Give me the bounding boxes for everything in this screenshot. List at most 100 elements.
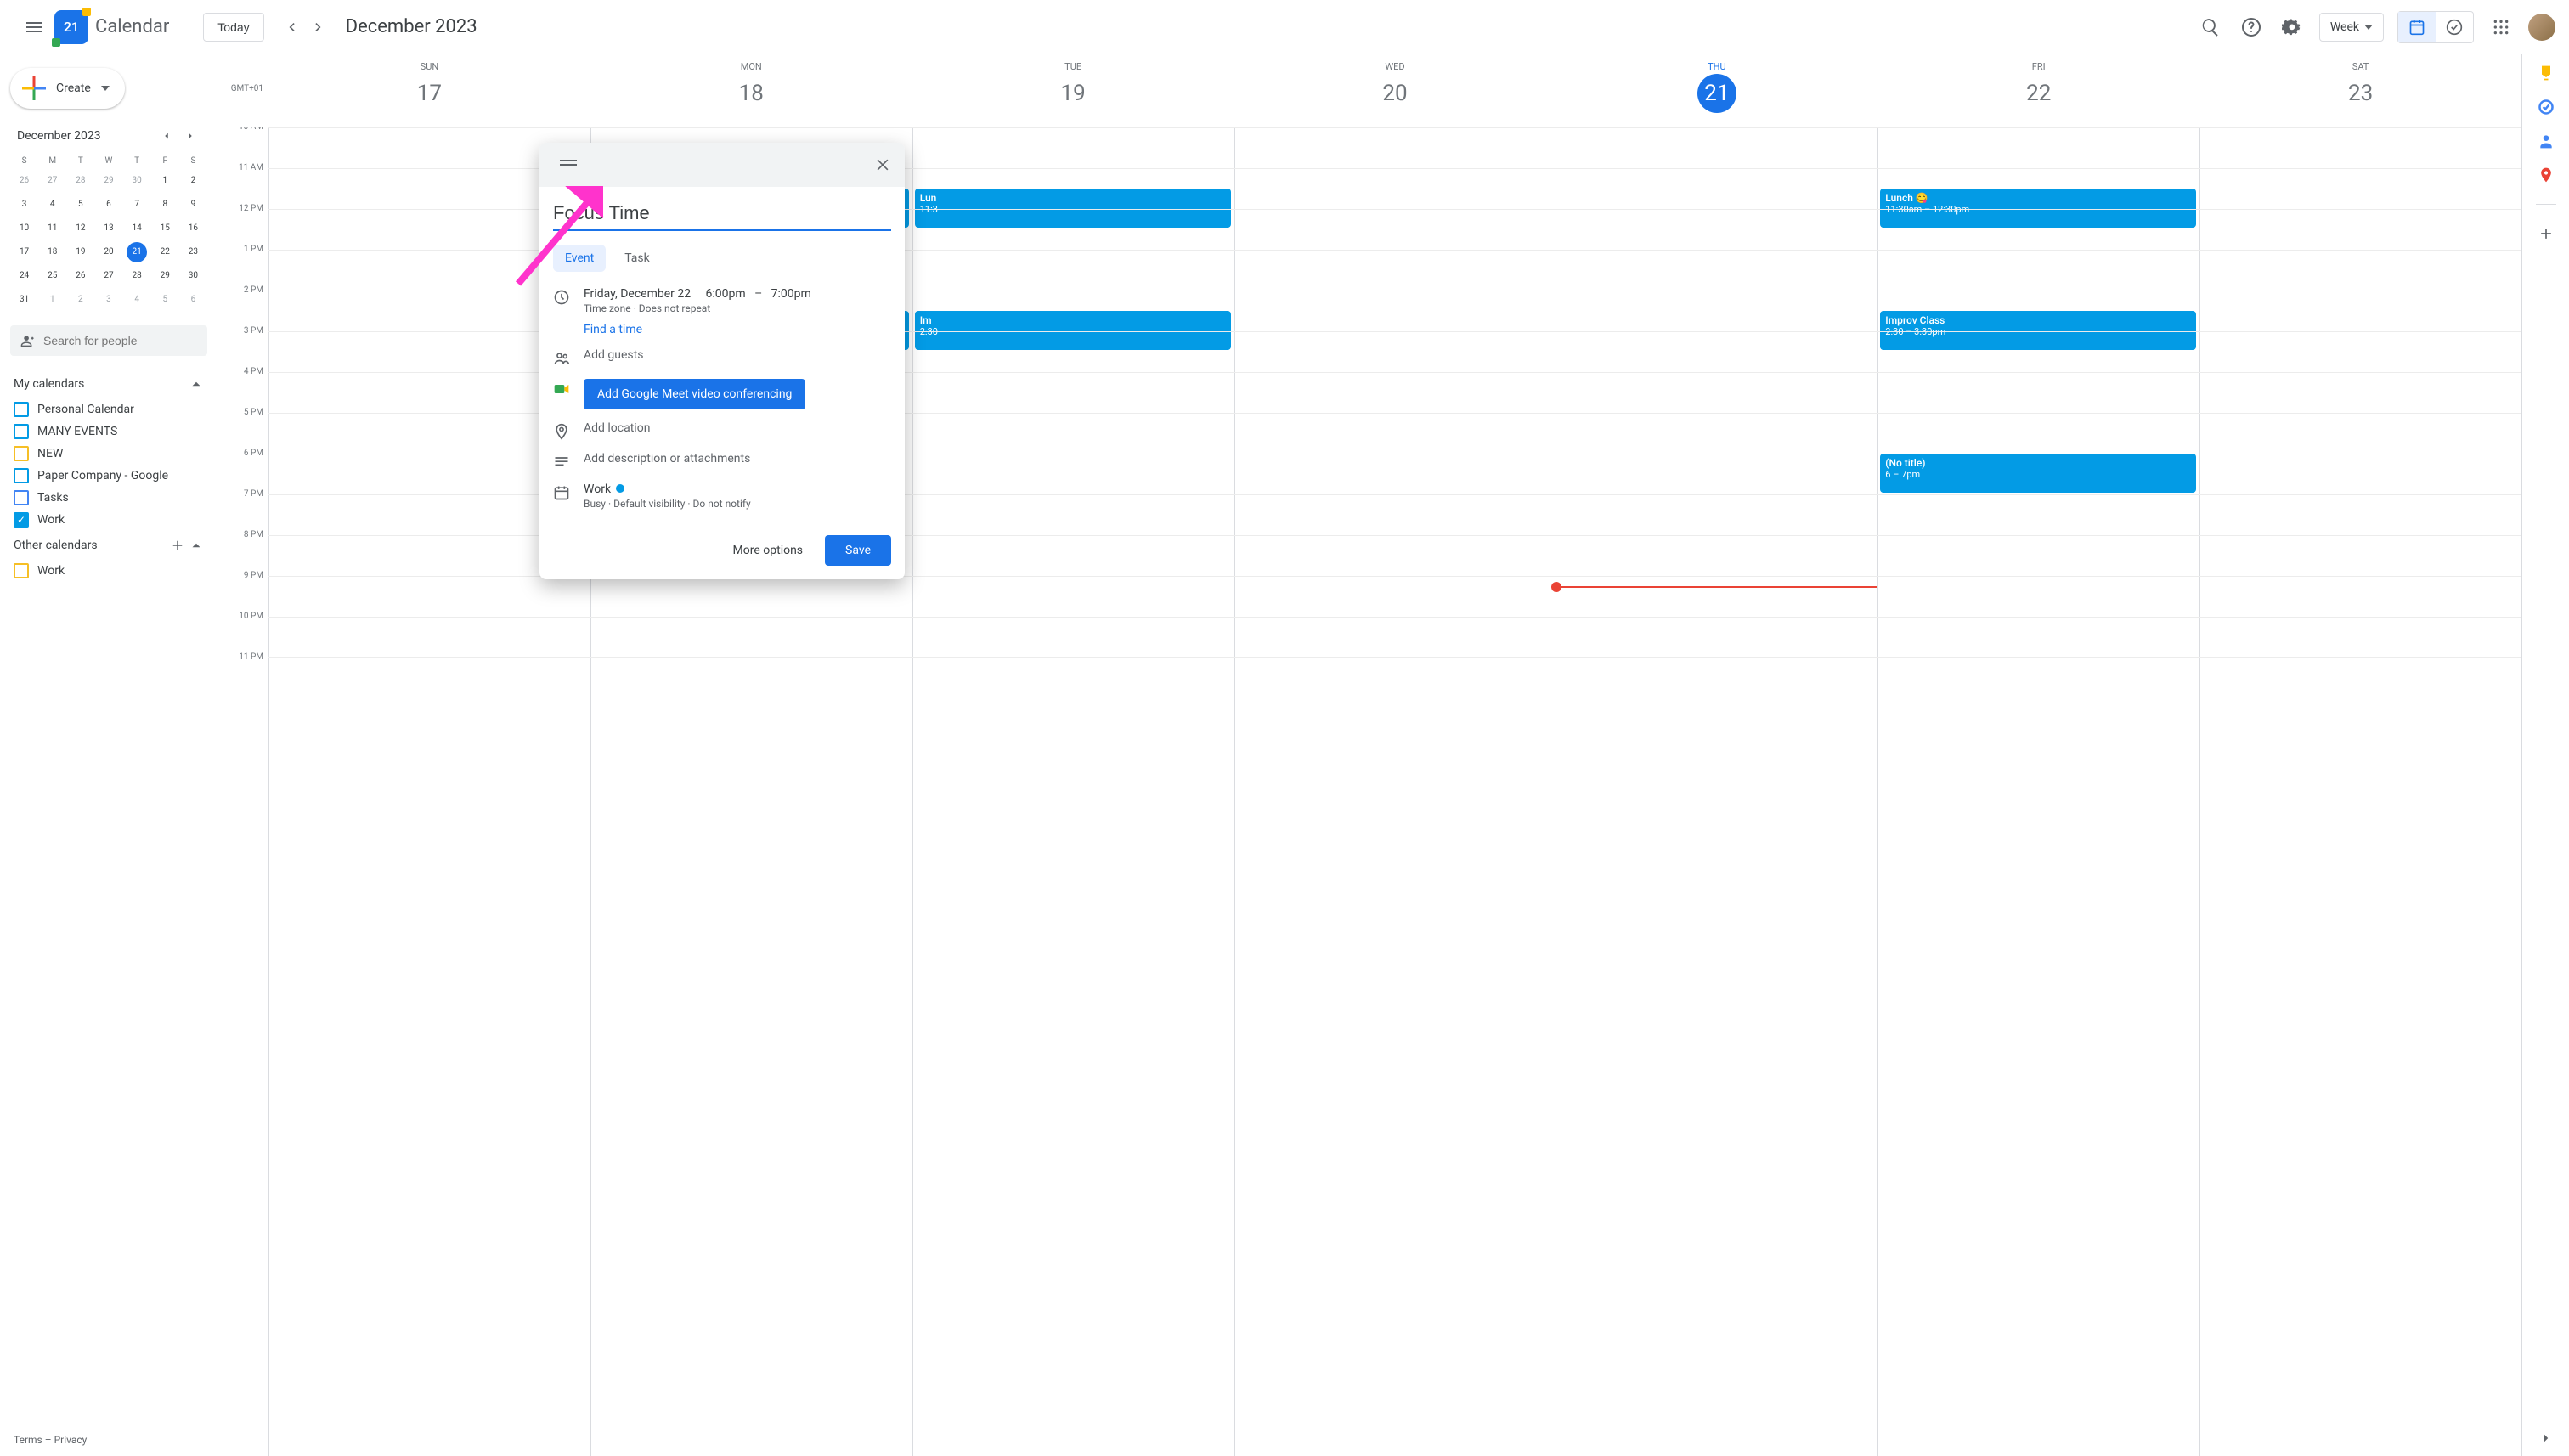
prev-period-button[interactable] <box>278 14 305 41</box>
tasks-layout-button[interactable] <box>2436 12 2473 42</box>
mini-day[interactable]: 20 <box>99 242 119 262</box>
calendar-item[interactable]: Personal Calendar <box>10 398 207 420</box>
event-date[interactable]: Friday, December 22 <box>584 287 691 301</box>
tasks-button[interactable] <box>2538 99 2555 116</box>
event-title-input[interactable] <box>553 197 891 231</box>
end-time[interactable]: 7:00pm <box>771 287 811 301</box>
calendar-name[interactable]: Work <box>584 483 611 496</box>
more-options-button[interactable]: More options <box>721 535 816 566</box>
mini-day[interactable]: 8 <box>155 195 175 215</box>
addons-button[interactable] <box>2538 225 2555 242</box>
mini-day[interactable]: 16 <box>183 218 203 239</box>
search-people-field[interactable] <box>10 325 207 356</box>
mini-day[interactable]: 5 <box>71 195 91 215</box>
mini-day[interactable]: 9 <box>183 195 203 215</box>
mini-day[interactable]: 29 <box>99 171 119 191</box>
support-button[interactable] <box>2234 10 2268 44</box>
mini-day[interactable]: 2 <box>183 171 203 191</box>
visibility-status[interactable]: Default visibility <box>613 498 685 510</box>
day-header[interactable]: SAT23 <box>2199 54 2521 127</box>
calendar-item[interactable]: Paper Company - Google <box>10 465 207 487</box>
day-header[interactable]: FRI22 <box>1877 54 2199 127</box>
day-header[interactable]: MON18 <box>590 54 912 127</box>
mini-day[interactable]: 4 <box>42 195 63 215</box>
mini-day[interactable]: 26 <box>71 266 91 286</box>
maps-button[interactable] <box>2538 166 2555 183</box>
calendar-layout-button[interactable] <box>2398 12 2436 42</box>
calendar-item[interactable]: Work <box>10 560 207 582</box>
search-people-input[interactable] <box>43 334 197 347</box>
other-calendars-header[interactable]: Other calendars <box>10 531 207 560</box>
mini-day[interactable]: 5 <box>155 290 175 310</box>
close-popup-button[interactable] <box>867 150 898 180</box>
calendar-checkbox[interactable] <box>14 490 29 505</box>
add-guests-field[interactable]: Add guests <box>584 348 891 362</box>
mini-day[interactable]: 10 <box>14 218 35 239</box>
mini-day[interactable]: 1 <box>42 290 63 310</box>
mini-day[interactable]: 28 <box>71 171 91 191</box>
mini-day[interactable]: 22 <box>155 242 175 262</box>
mini-day[interactable]: 21 <box>127 242 147 262</box>
calendar-event[interactable]: Improv Class2:30 – 3:30pm <box>1880 311 2196 350</box>
mini-day[interactable]: 30 <box>183 266 203 286</box>
day-number[interactable]: 20 <box>1375 74 1414 113</box>
day-column[interactable] <box>2199 127 2521 1456</box>
calendar-checkbox[interactable] <box>14 424 29 439</box>
mini-day[interactable]: 3 <box>99 290 119 310</box>
description-row[interactable]: Add description or attachments <box>553 452 891 471</box>
mini-day[interactable]: 24 <box>14 266 35 286</box>
mini-day[interactable]: 25 <box>42 266 63 286</box>
calendar-item[interactable]: NEW <box>10 443 207 465</box>
day-number[interactable]: 21 <box>1697 74 1736 113</box>
privacy-link[interactable]: Privacy <box>54 1434 88 1446</box>
today-button[interactable]: Today <box>203 13 263 42</box>
timezone-link[interactable]: Time zone <box>584 302 631 314</box>
day-number[interactable]: 22 <box>2019 74 2058 113</box>
mini-day[interactable]: 30 <box>127 171 147 191</box>
main-menu-button[interactable] <box>14 7 54 48</box>
day-header[interactable]: WED20 <box>1234 54 1556 127</box>
day-number[interactable]: 19 <box>1053 74 1093 113</box>
view-selector[interactable]: Week <box>2319 13 2384 42</box>
mini-day[interactable]: 12 <box>71 218 91 239</box>
drag-handle[interactable] <box>553 150 584 180</box>
next-period-button[interactable] <box>305 14 332 41</box>
calendar-checkbox[interactable] <box>14 446 29 461</box>
mini-day[interactable]: 23 <box>183 242 203 262</box>
calendar-checkbox[interactable] <box>14 468 29 483</box>
day-number[interactable]: 18 <box>731 74 771 113</box>
plus-icon[interactable] <box>170 538 185 553</box>
calendar-checkbox[interactable] <box>14 512 29 528</box>
settings-button[interactable] <box>2275 10 2309 44</box>
calendar-event[interactable]: Im2:30 <box>915 311 1231 350</box>
day-number[interactable]: 23 <box>2341 74 2380 113</box>
add-meet-button[interactable]: Add Google Meet video conferencing <box>584 379 805 409</box>
contacts-button[interactable] <box>2538 133 2555 150</box>
calendar-event[interactable]: Lun11:3 <box>915 189 1231 228</box>
busy-status[interactable]: Busy <box>584 498 606 510</box>
day-column[interactable] <box>1234 127 1556 1456</box>
mini-day[interactable]: 27 <box>99 266 119 286</box>
tab-task[interactable]: Task <box>613 245 662 272</box>
keep-button[interactable] <box>2538 65 2555 82</box>
calendar-event[interactable]: Lunch 😋11:30am – 12:30pm <box>1880 189 2196 228</box>
add-description-field[interactable]: Add description or attachments <box>584 452 891 466</box>
mini-day[interactable]: 6 <box>183 290 203 310</box>
calendar-item[interactable]: MANY EVENTS <box>10 420 207 443</box>
terms-link[interactable]: Terms <box>14 1434 42 1446</box>
google-apps-button[interactable] <box>2484 10 2518 44</box>
mini-day[interactable]: 29 <box>155 266 175 286</box>
mini-day[interactable]: 18 <box>42 242 63 262</box>
location-row[interactable]: Add location <box>553 421 891 440</box>
calendar-row[interactable]: Work Busy · Default visibility · Do not … <box>553 483 891 510</box>
day-number[interactable]: 17 <box>409 74 449 113</box>
day-header[interactable]: SUN17 <box>268 54 590 127</box>
mini-day[interactable]: 15 <box>155 218 175 239</box>
mini-day[interactable]: 1 <box>155 171 175 191</box>
notify-status[interactable]: Do not notify <box>693 498 751 510</box>
tab-event[interactable]: Event <box>553 245 606 272</box>
guests-row[interactable]: Add guests <box>553 348 891 367</box>
my-calendars-header[interactable]: My calendars <box>10 370 207 398</box>
mini-day[interactable]: 26 <box>14 171 35 191</box>
mini-day[interactable]: 28 <box>127 266 147 286</box>
